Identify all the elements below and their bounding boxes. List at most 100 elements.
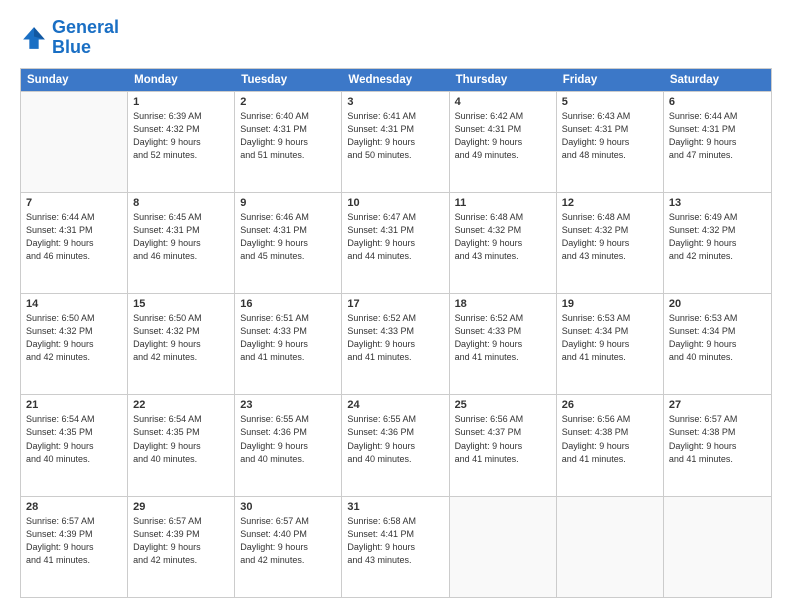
day-number: 28 bbox=[26, 501, 122, 513]
day-number: 1 bbox=[133, 96, 229, 108]
day-number: 9 bbox=[240, 197, 336, 209]
calendar-cell: 23 Sunrise: 6:55 AM Sunset: 4:36 PM Dayli… bbox=[235, 395, 342, 495]
day-number: 3 bbox=[347, 96, 443, 108]
day-number: 5 bbox=[562, 96, 658, 108]
day-info: Sunrise: 6:45 AM Sunset: 4:31 PM Dayligh… bbox=[133, 211, 229, 263]
calendar-week: 21 Sunrise: 6:54 AM Sunset: 4:35 PM Dayli… bbox=[21, 394, 771, 495]
day-number: 15 bbox=[133, 298, 229, 310]
day-info: Sunrise: 6:52 AM Sunset: 4:33 PM Dayligh… bbox=[347, 312, 443, 364]
weekday-header: Friday bbox=[557, 69, 664, 91]
day-number: 17 bbox=[347, 298, 443, 310]
day-number: 8 bbox=[133, 197, 229, 209]
day-number: 10 bbox=[347, 197, 443, 209]
day-info: Sunrise: 6:52 AM Sunset: 4:33 PM Dayligh… bbox=[455, 312, 551, 364]
day-info: Sunrise: 6:39 AM Sunset: 4:32 PM Dayligh… bbox=[133, 110, 229, 162]
calendar-cell bbox=[557, 497, 664, 597]
day-number: 4 bbox=[455, 96, 551, 108]
day-number: 21 bbox=[26, 399, 122, 411]
calendar-cell: 14 Sunrise: 6:50 AM Sunset: 4:32 PM Dayli… bbox=[21, 294, 128, 394]
header: General Blue bbox=[20, 18, 772, 58]
calendar-week: 28 Sunrise: 6:57 AM Sunset: 4:39 PM Dayli… bbox=[21, 496, 771, 597]
calendar-cell: 8 Sunrise: 6:45 AM Sunset: 4:31 PM Daylig… bbox=[128, 193, 235, 293]
day-info: Sunrise: 6:55 AM Sunset: 4:36 PM Dayligh… bbox=[240, 413, 336, 465]
day-number: 23 bbox=[240, 399, 336, 411]
day-number: 12 bbox=[562, 197, 658, 209]
calendar-cell: 31 Sunrise: 6:58 AM Sunset: 4:41 PM Dayli… bbox=[342, 497, 449, 597]
calendar-cell: 6 Sunrise: 6:44 AM Sunset: 4:31 PM Daylig… bbox=[664, 92, 771, 192]
calendar-cell: 30 Sunrise: 6:57 AM Sunset: 4:40 PM Dayli… bbox=[235, 497, 342, 597]
weekday-header: Sunday bbox=[21, 69, 128, 91]
calendar-cell: 20 Sunrise: 6:53 AM Sunset: 4:34 PM Dayli… bbox=[664, 294, 771, 394]
page: General Blue SundayMondayTuesdayWednesda… bbox=[0, 0, 792, 612]
day-number: 2 bbox=[240, 96, 336, 108]
day-info: Sunrise: 6:43 AM Sunset: 4:31 PM Dayligh… bbox=[562, 110, 658, 162]
day-info: Sunrise: 6:57 AM Sunset: 4:40 PM Dayligh… bbox=[240, 515, 336, 567]
day-number: 26 bbox=[562, 399, 658, 411]
day-info: Sunrise: 6:57 AM Sunset: 4:39 PM Dayligh… bbox=[133, 515, 229, 567]
day-info: Sunrise: 6:40 AM Sunset: 4:31 PM Dayligh… bbox=[240, 110, 336, 162]
day-number: 30 bbox=[240, 501, 336, 513]
day-info: Sunrise: 6:53 AM Sunset: 4:34 PM Dayligh… bbox=[562, 312, 658, 364]
calendar-week: 7Sunrise: 6:44 AM Sunset: 4:31 PM Daylig… bbox=[21, 192, 771, 293]
day-info: Sunrise: 6:56 AM Sunset: 4:37 PM Dayligh… bbox=[455, 413, 551, 465]
calendar-cell: 18 Sunrise: 6:52 AM Sunset: 4:33 PM Dayli… bbox=[450, 294, 557, 394]
calendar-body: 1 Sunrise: 6:39 AM Sunset: 4:32 PM Daylig… bbox=[21, 91, 771, 597]
logo-icon bbox=[20, 24, 48, 52]
calendar-cell: 7Sunrise: 6:44 AM Sunset: 4:31 PM Daylig… bbox=[21, 193, 128, 293]
calendar-cell: 21 Sunrise: 6:54 AM Sunset: 4:35 PM Dayli… bbox=[21, 395, 128, 495]
day-info: Sunrise: 6:50 AM Sunset: 4:32 PM Dayligh… bbox=[26, 312, 122, 364]
day-number: 6 bbox=[669, 96, 766, 108]
calendar-cell: 2 Sunrise: 6:40 AM Sunset: 4:31 PM Daylig… bbox=[235, 92, 342, 192]
weekday-header: Tuesday bbox=[235, 69, 342, 91]
calendar-cell: 13 Sunrise: 6:49 AM Sunset: 4:32 PM Dayli… bbox=[664, 193, 771, 293]
calendar-cell bbox=[450, 497, 557, 597]
calendar-cell: 22 Sunrise: 6:54 AM Sunset: 4:35 PM Dayli… bbox=[128, 395, 235, 495]
calendar-cell: 25Sunrise: 6:56 AM Sunset: 4:37 PM Dayli… bbox=[450, 395, 557, 495]
calendar-week: 14 Sunrise: 6:50 AM Sunset: 4:32 PM Dayli… bbox=[21, 293, 771, 394]
calendar-header: SundayMondayTuesdayWednesdayThursdayFrid… bbox=[21, 69, 771, 91]
day-info: Sunrise: 6:41 AM Sunset: 4:31 PM Dayligh… bbox=[347, 110, 443, 162]
day-number: 19 bbox=[562, 298, 658, 310]
calendar-cell: 9 Sunrise: 6:46 AM Sunset: 4:31 PM Daylig… bbox=[235, 193, 342, 293]
calendar-cell: 17 Sunrise: 6:52 AM Sunset: 4:33 PM Dayli… bbox=[342, 294, 449, 394]
day-info: Sunrise: 6:58 AM Sunset: 4:41 PM Dayligh… bbox=[347, 515, 443, 567]
day-info: Sunrise: 6:57 AM Sunset: 4:38 PM Dayligh… bbox=[669, 413, 766, 465]
day-info: Sunrise: 6:54 AM Sunset: 4:35 PM Dayligh… bbox=[26, 413, 122, 465]
calendar-cell: 19 Sunrise: 6:53 AM Sunset: 4:34 PM Dayli… bbox=[557, 294, 664, 394]
day-number: 14 bbox=[26, 298, 122, 310]
day-info: Sunrise: 6:49 AM Sunset: 4:32 PM Dayligh… bbox=[669, 211, 766, 263]
day-number: 16 bbox=[240, 298, 336, 310]
day-number: 22 bbox=[133, 399, 229, 411]
day-info: Sunrise: 6:50 AM Sunset: 4:32 PM Dayligh… bbox=[133, 312, 229, 364]
calendar-cell: 5 Sunrise: 6:43 AM Sunset: 4:31 PM Daylig… bbox=[557, 92, 664, 192]
calendar-cell: 16 Sunrise: 6:51 AM Sunset: 4:33 PM Dayli… bbox=[235, 294, 342, 394]
calendar-cell: 24Sunrise: 6:55 AM Sunset: 4:36 PM Dayli… bbox=[342, 395, 449, 495]
day-number: 27 bbox=[669, 399, 766, 411]
calendar-cell: 10Sunrise: 6:47 AM Sunset: 4:31 PM Dayli… bbox=[342, 193, 449, 293]
day-info: Sunrise: 6:55 AM Sunset: 4:36 PM Dayligh… bbox=[347, 413, 443, 465]
calendar-cell: 12Sunrise: 6:48 AM Sunset: 4:32 PM Dayli… bbox=[557, 193, 664, 293]
logo: General Blue bbox=[20, 18, 119, 58]
day-number: 29 bbox=[133, 501, 229, 513]
day-info: Sunrise: 6:44 AM Sunset: 4:31 PM Dayligh… bbox=[669, 110, 766, 162]
calendar-cell: 3 Sunrise: 6:41 AM Sunset: 4:31 PM Daylig… bbox=[342, 92, 449, 192]
calendar-cell bbox=[664, 497, 771, 597]
calendar-cell: 15 Sunrise: 6:50 AM Sunset: 4:32 PM Dayli… bbox=[128, 294, 235, 394]
day-number: 20 bbox=[669, 298, 766, 310]
day-number: 31 bbox=[347, 501, 443, 513]
day-info: Sunrise: 6:54 AM Sunset: 4:35 PM Dayligh… bbox=[133, 413, 229, 465]
day-info: Sunrise: 6:46 AM Sunset: 4:31 PM Dayligh… bbox=[240, 211, 336, 263]
calendar-week: 1 Sunrise: 6:39 AM Sunset: 4:32 PM Daylig… bbox=[21, 91, 771, 192]
day-info: Sunrise: 6:57 AM Sunset: 4:39 PM Dayligh… bbox=[26, 515, 122, 567]
weekday-header: Saturday bbox=[664, 69, 771, 91]
calendar-cell: 28 Sunrise: 6:57 AM Sunset: 4:39 PM Dayli… bbox=[21, 497, 128, 597]
day-info: Sunrise: 6:53 AM Sunset: 4:34 PM Dayligh… bbox=[669, 312, 766, 364]
day-number: 13 bbox=[669, 197, 766, 209]
calendar: SundayMondayTuesdayWednesdayThursdayFrid… bbox=[20, 68, 772, 598]
calendar-cell: 26 Sunrise: 6:56 AM Sunset: 4:38 PM Dayli… bbox=[557, 395, 664, 495]
day-number: 18 bbox=[455, 298, 551, 310]
day-info: Sunrise: 6:51 AM Sunset: 4:33 PM Dayligh… bbox=[240, 312, 336, 364]
day-number: 7 bbox=[26, 197, 122, 209]
logo-text: General Blue bbox=[52, 18, 119, 58]
day-info: Sunrise: 6:56 AM Sunset: 4:38 PM Dayligh… bbox=[562, 413, 658, 465]
